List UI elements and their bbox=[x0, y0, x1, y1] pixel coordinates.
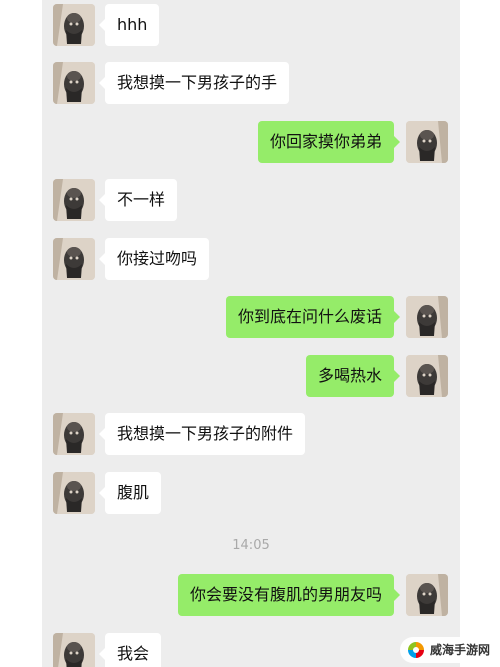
avatar-photo-icon bbox=[53, 238, 95, 280]
user-avatar[interactable] bbox=[406, 121, 448, 163]
outgoing-message-bubble[interactable]: 多喝热水 bbox=[305, 355, 401, 397]
chat-panel: hhh 我想摸一下男孩子的手 你回家摸你弟弟 不一样 你接过吻吗 你到底在问什么… bbox=[42, 0, 460, 667]
chat-timestamp: 14:05 bbox=[232, 538, 270, 553]
outgoing-message-bubble[interactable]: 你到底在问什么废话 bbox=[225, 296, 401, 338]
avatar-photo-icon bbox=[53, 179, 95, 221]
contact-avatar[interactable] bbox=[53, 472, 95, 514]
contact-avatar[interactable] bbox=[53, 238, 95, 280]
outgoing-message-bubble[interactable]: 你会要没有腹肌的男朋友吗 bbox=[177, 574, 401, 616]
incoming-message-bubble[interactable]: 我想摸一下男孩子的手 bbox=[98, 62, 290, 104]
user-avatar[interactable] bbox=[406, 574, 448, 616]
avatar-photo-icon bbox=[406, 355, 448, 397]
contact-avatar[interactable] bbox=[53, 179, 95, 221]
incoming-message-bubble[interactable]: 腹肌 bbox=[98, 472, 162, 514]
avatar-photo-icon bbox=[53, 633, 95, 667]
outgoing-message-bubble[interactable]: 你回家摸你弟弟 bbox=[257, 121, 401, 163]
avatar-photo-icon bbox=[53, 62, 95, 104]
incoming-message-bubble[interactable]: hhh bbox=[98, 4, 160, 46]
user-avatar[interactable] bbox=[406, 296, 448, 338]
contact-avatar[interactable] bbox=[53, 62, 95, 104]
avatar-photo-icon bbox=[406, 121, 448, 163]
contact-avatar[interactable] bbox=[53, 633, 95, 667]
user-avatar[interactable] bbox=[406, 355, 448, 397]
avatar-photo-icon bbox=[53, 472, 95, 514]
swirl-logo-icon bbox=[406, 641, 425, 659]
avatar-photo-icon bbox=[406, 574, 448, 616]
incoming-message-bubble[interactable]: 不一样 bbox=[98, 179, 178, 221]
incoming-message-bubble[interactable]: 我想摸一下男孩子的附件 bbox=[98, 413, 306, 455]
incoming-message-bubble[interactable]: 你接过吻吗 bbox=[98, 238, 210, 280]
avatar-photo-icon bbox=[53, 413, 95, 455]
contact-avatar[interactable] bbox=[53, 413, 95, 455]
site-watermark: 威海手游网 bbox=[399, 637, 496, 663]
incoming-message-bubble[interactable]: 我会 bbox=[98, 633, 162, 667]
avatar-photo-icon bbox=[53, 4, 95, 46]
contact-avatar[interactable] bbox=[53, 4, 95, 46]
watermark-text: 威海手游网 bbox=[429, 643, 490, 657]
avatar-photo-icon bbox=[406, 296, 448, 338]
